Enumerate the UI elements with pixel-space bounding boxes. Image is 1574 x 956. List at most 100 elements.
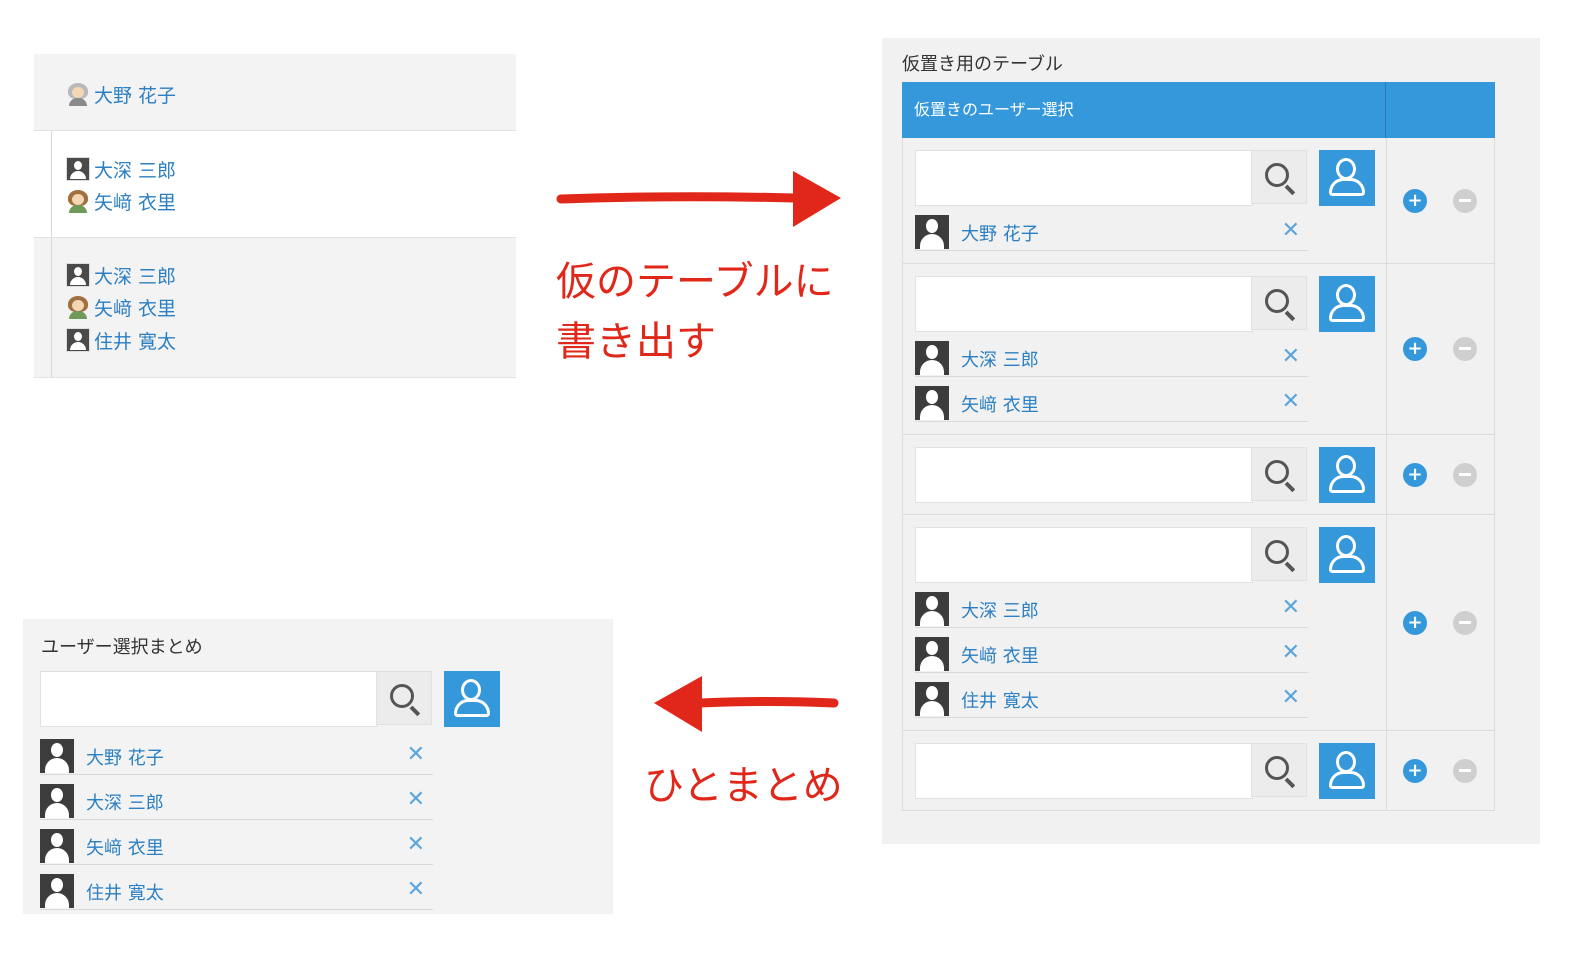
source-user-name[interactable]: 大深 三郎 (94, 156, 176, 183)
search-icon (390, 684, 414, 708)
search-input[interactable] (915, 276, 1253, 332)
search-icon (1265, 756, 1289, 780)
woman-icon (66, 189, 90, 213)
selected-user: 大深 三郎 ✕ (915, 591, 1308, 628)
remove-user-icon[interactable]: ✕ (407, 877, 425, 903)
temp-table-row: 大深 三郎 ✕ 矢﨑 衣里 ✕ + (902, 264, 1495, 435)
source-user[interactable]: 住井 寛太 (66, 327, 176, 354)
source-user-name[interactable]: 大深 三郎 (94, 262, 176, 289)
left-arrow-icon (654, 676, 839, 732)
selected-user-name[interactable]: 矢﨑 衣里 (961, 642, 1039, 668)
user-picker (40, 671, 500, 727)
search-input[interactable] (915, 447, 1253, 503)
remove-user-icon[interactable]: ✕ (1282, 685, 1300, 711)
temp-table-header: 仮置きのユーザー選択 (902, 82, 1495, 138)
user-picker (915, 150, 1375, 206)
add-row-icon[interactable]: + (1403, 463, 1427, 487)
user-select-button[interactable] (444, 671, 500, 727)
temp-table: 仮置きのユーザー選択 大野 花子 ✕ + 大深 三郎 ✕ 矢﨑 衣里 ✕ + + 大深 三郎 ✕ 矢﨑… (902, 82, 1495, 811)
remove-user-icon[interactable]: ✕ (1282, 595, 1300, 621)
user-picker (915, 447, 1375, 503)
selected-user: 大深 三郎 ✕ (40, 783, 433, 820)
source-row-2: 大深 三郎 矢﨑 衣里 (34, 131, 516, 238)
search-input[interactable] (915, 527, 1253, 583)
search-button[interactable] (1251, 276, 1307, 330)
selected-user-name[interactable]: 大深 三郎 (961, 346, 1039, 372)
remove-user-icon[interactable]: ✕ (1282, 344, 1300, 370)
search-icon (1265, 460, 1289, 484)
search-input[interactable] (915, 150, 1253, 206)
search-button[interactable] (376, 671, 432, 725)
temp-table-panel: 仮置き用のテーブル 仮置きのユーザー選択 大野 花子 ✕ + 大深 三郎 ✕ 矢﨑 衣里 ✕… (882, 38, 1540, 844)
avatar (40, 874, 74, 908)
selected-user: 矢﨑 衣里 ✕ (915, 385, 1308, 422)
source-user-name[interactable]: 大野 花子 (94, 81, 176, 108)
source-user-name[interactable]: 矢﨑 衣里 (94, 294, 176, 321)
remove-user-icon[interactable]: ✕ (1282, 389, 1300, 415)
avatar (40, 784, 74, 818)
user-select-button[interactable] (1319, 447, 1375, 503)
source-row-3: 大深 三郎 矢﨑 衣里 住井 寛太 (34, 238, 516, 378)
add-row-icon[interactable]: + (1403, 337, 1427, 361)
search-button[interactable] (1251, 447, 1307, 501)
search-button[interactable] (1251, 150, 1307, 204)
selected-user-name[interactable]: 住井 寛太 (86, 879, 164, 905)
user-select-button[interactable] (1319, 150, 1375, 206)
remove-user-icon[interactable]: ✕ (407, 787, 425, 813)
summary-panel: ユーザー選択まとめ 大野 花子 ✕ 大深 三郎 ✕ 矢﨑 衣里 ✕ 住井 寛太 ✕ (23, 619, 613, 914)
search-icon (1265, 540, 1289, 564)
add-row-icon[interactable]: + (1403, 759, 1427, 783)
summary-title: ユーザー選択まとめ (41, 637, 203, 658)
search-input[interactable] (40, 671, 378, 727)
elder-woman-icon (66, 82, 90, 106)
user-select-button[interactable] (1319, 743, 1375, 799)
person-icon (66, 328, 90, 352)
remove-row-icon[interactable] (1453, 189, 1477, 213)
selected-user: 矢﨑 衣里 ✕ (915, 636, 1308, 673)
selected-user-name[interactable]: 大野 花子 (961, 220, 1039, 246)
selected-user-name[interactable]: 矢﨑 衣里 (961, 391, 1039, 417)
avatar (915, 682, 949, 716)
selected-user-name[interactable]: 矢﨑 衣里 (86, 834, 164, 860)
source-user-name[interactable]: 矢﨑 衣里 (94, 188, 176, 215)
add-row-icon[interactable]: + (1403, 611, 1427, 635)
remove-row-icon[interactable] (1453, 611, 1477, 635)
merge-caption: ひとまとめ (644, 763, 843, 809)
remove-user-icon[interactable]: ✕ (1282, 218, 1300, 244)
remove-row-icon[interactable] (1453, 759, 1477, 783)
temp-table-title: 仮置き用のテーブル (902, 54, 1063, 75)
remove-user-icon[interactable]: ✕ (407, 742, 425, 768)
source-user[interactable]: 大野 花子 (66, 81, 176, 108)
user-picker (915, 527, 1375, 583)
search-button[interactable] (1251, 743, 1307, 797)
user-select-button[interactable] (1319, 527, 1375, 583)
selected-user: 住井 寛太 ✕ (40, 873, 433, 910)
source-user[interactable]: 大深 三郎 (66, 262, 176, 289)
avatar (915, 215, 949, 249)
user-picker (915, 276, 1375, 332)
user-select-button[interactable] (1319, 276, 1375, 332)
add-row-icon[interactable]: + (1403, 189, 1427, 213)
search-button[interactable] (1251, 527, 1307, 581)
search-input[interactable] (915, 743, 1253, 799)
source-user[interactable]: 矢﨑 衣里 (66, 188, 176, 215)
selected-user-name[interactable]: 大深 三郎 (86, 789, 164, 815)
remove-row-icon[interactable] (1453, 337, 1477, 361)
user-picker (915, 743, 1375, 799)
user-icon (1336, 455, 1356, 477)
temp-table-row: 大野 花子 ✕ + (902, 138, 1495, 264)
source-user[interactable]: 大深 三郎 (66, 156, 176, 183)
source-user[interactable]: 矢﨑 衣里 (66, 294, 176, 321)
avatar (915, 592, 949, 626)
avatar (40, 739, 74, 773)
selected-user-name[interactable]: 大深 三郎 (961, 597, 1039, 623)
remove-row-icon[interactable] (1453, 463, 1477, 487)
source-user-name[interactable]: 住井 寛太 (94, 327, 176, 354)
selected-user: 矢﨑 衣里 ✕ (40, 828, 433, 865)
remove-user-icon[interactable]: ✕ (407, 832, 425, 858)
selected-user-name[interactable]: 大野 花子 (86, 744, 164, 770)
selected-user-name[interactable]: 住井 寛太 (961, 687, 1039, 713)
person-icon (66, 157, 90, 181)
remove-user-icon[interactable]: ✕ (1282, 640, 1300, 666)
search-icon (1265, 289, 1289, 313)
